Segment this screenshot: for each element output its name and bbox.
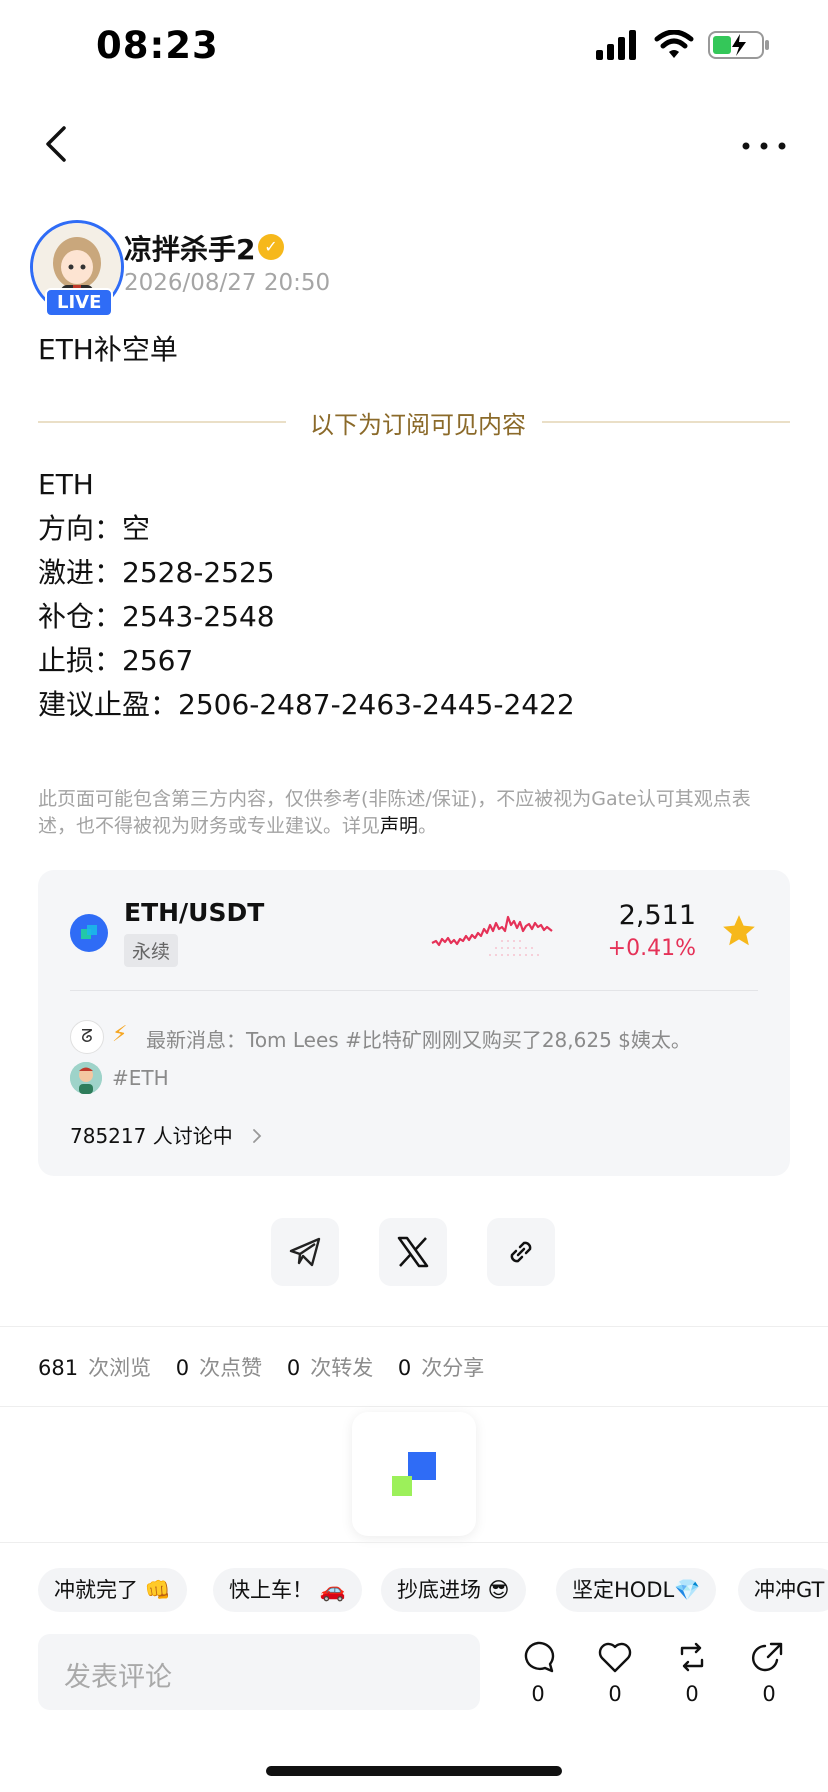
like-button[interactable]: 0 [595, 1640, 635, 1706]
trading-pair[interactable]: ETH/USDT [124, 898, 264, 927]
comment-icon [524, 1641, 555, 1673]
home-indicator [266, 1766, 562, 1776]
repost-count: 0 [685, 1682, 699, 1706]
chevron-right-icon [253, 1129, 262, 1143]
disclaimer-link[interactable]: 声明 [380, 815, 418, 837]
discussion-link[interactable]: 785217 人讨论中 [70, 1120, 267, 1149]
views-count: 681 [38, 1356, 79, 1380]
battery-charging-icon [708, 31, 769, 59]
latest-news[interactable]: 最新消息：Tom Lees #比特矿刚刚又购买了28,625 $姨太。 [146, 1024, 691, 1053]
x-icon [397, 1236, 429, 1268]
lightning-icon: ⚡ [112, 1022, 128, 1047]
quick-reply-chip[interactable]: 坚定HODL💎 [556, 1568, 717, 1612]
likes-count: 0 [175, 1356, 190, 1380]
divider [0, 1542, 828, 1543]
telegram-icon [289, 1237, 321, 1267]
content-line: 建议止盈：2506-2487-2463-2445-2422 [38, 688, 575, 721]
content-line: 补仓：2543-2548 [38, 600, 275, 633]
verified-icon: ✓ [258, 234, 284, 260]
price: 2,511 [618, 900, 696, 931]
repost-icon [680, 1642, 704, 1672]
status-icons [596, 30, 770, 60]
app-logo-icon [392, 1452, 436, 1496]
more-options-icon[interactable] [740, 126, 788, 166]
quick-reply-chip[interactable]: 冲冲GT [738, 1568, 828, 1612]
reposts-label: 次转发 [310, 1356, 374, 1380]
divider [0, 1326, 828, 1327]
copy-link-button[interactable] [487, 1218, 555, 1286]
shares-count: 0 [397, 1356, 412, 1380]
quick-reply-chip[interactable]: 冲就完了 👊 [38, 1568, 187, 1612]
post-stats: 681 次浏览 0 次点赞 0 次转发 0 次分享 [38, 1352, 502, 1382]
floating-app-button[interactable] [352, 1412, 476, 1536]
content-line: 方向：空 [38, 512, 151, 545]
quick-reply-chip[interactable]: 抄底进场 😎 [381, 1568, 526, 1612]
post-title: ETH补空单 [38, 333, 178, 366]
status-time: 08:23 [96, 24, 219, 67]
price-sparkline [431, 915, 553, 956]
divider-right [542, 421, 790, 423]
news-source-icon: ᘔ [70, 1020, 104, 1054]
share-telegram-button[interactable] [271, 1218, 339, 1286]
back-icon[interactable] [36, 120, 80, 168]
subscription-divider-label: 以下为订阅可见内容 [310, 411, 526, 439]
price-change: +0.41% [607, 936, 696, 961]
author-name[interactable]: 凉拌杀手2 [124, 228, 255, 268]
shares-label: 次分享 [421, 1356, 485, 1380]
content-line: 止损：2567 [38, 644, 194, 677]
card-separator [70, 990, 758, 991]
disclaimer: 此页面可能包含第三方内容，仅供参考(非陈述/保证)，不应被视为Gate认可其观点… [38, 786, 778, 840]
like-count: 0 [608, 1682, 622, 1706]
link-icon [510, 1241, 532, 1263]
reposts-count: 0 [286, 1356, 301, 1380]
discussion-count: 785217 人讨论中 [70, 1124, 233, 1148]
post-content: ETH 方向：空 激进：2528-2525 补仓：2543-2548 止损：25… [38, 463, 575, 727]
comment-placeholder: 发表评论 [64, 1662, 172, 1693]
heart-icon [598, 1642, 632, 1673]
post-timestamp: 2026/08/27 20:50 [124, 270, 331, 296]
tag-avatar [70, 1062, 102, 1094]
quick-reply-chip[interactable]: 快上车！ 🚗 [213, 1568, 362, 1612]
comment-count: 0 [531, 1682, 545, 1706]
signal-icon [596, 30, 636, 60]
divider-left [38, 421, 286, 423]
eth-logo-icon [70, 914, 108, 952]
comment-button[interactable]: 0 [518, 1640, 558, 1706]
views-label: 次浏览 [88, 1356, 152, 1380]
favorite-star-icon[interactable] [720, 912, 758, 950]
divider [0, 1406, 828, 1407]
share-button[interactable]: 0 [749, 1640, 789, 1706]
likes-label: 次点赞 [199, 1356, 263, 1380]
content-line: 激进：2528-2525 [38, 556, 275, 589]
repost-button[interactable]: 0 [672, 1640, 712, 1706]
live-badge: LIVE [45, 288, 114, 317]
share-count: 0 [762, 1682, 776, 1706]
share-icon [752, 1642, 783, 1672]
hashtag-eth[interactable]: #ETH [112, 1066, 169, 1090]
wifi-icon [654, 30, 694, 58]
disclaimer-end: 。 [418, 815, 438, 837]
contract-type-tag: 永续 [124, 934, 179, 967]
share-x-button[interactable] [379, 1218, 447, 1286]
content-line: ETH [38, 468, 94, 501]
